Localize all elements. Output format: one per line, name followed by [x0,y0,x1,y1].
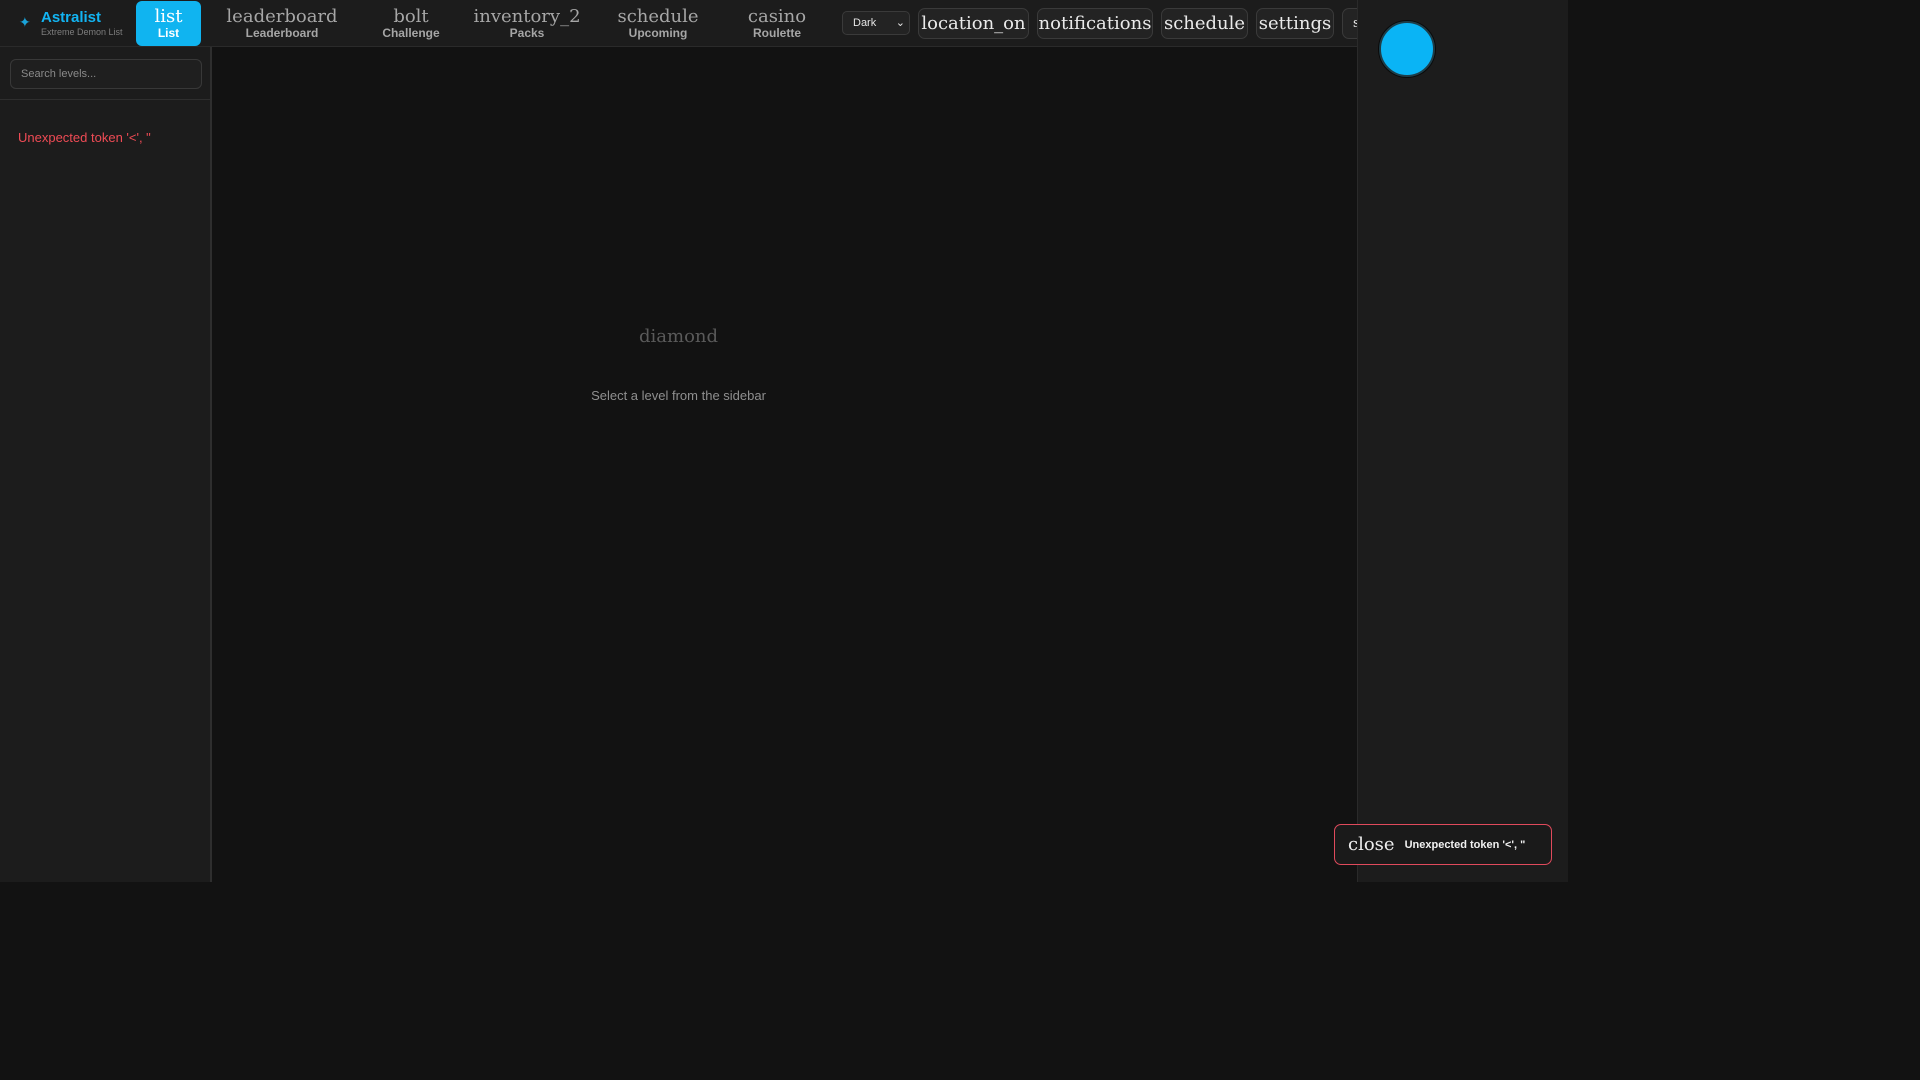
location-icon: location_on [921,13,1026,34]
settings-icon: settings [1258,13,1332,34]
notifications-button[interactable]: notifications [1037,8,1153,39]
main-content: diamond Select a level from the sidebar [212,47,1357,882]
theme-select-value: Dark [853,17,877,29]
search-input[interactable] [10,59,202,89]
diamond-icon: diamond [638,326,719,347]
top-navigation-bar: ✦ Astralist Extreme Demon List list List… [0,0,1357,47]
inventory-icon: inventory_2 [473,6,581,27]
chevron-down-icon: ⌄ [895,17,905,29]
tab-label: Packs [509,26,545,40]
brand-name: Astralist [41,9,102,26]
tab-leaderboard[interactable]: leaderboard Leaderboard [222,1,342,46]
casino-icon: casino [747,6,807,27]
tab-label: Challenge [382,26,440,40]
schedule-icon: schedule [617,6,699,27]
tab-roulette[interactable]: casino Roulette [741,1,813,46]
schedule-button[interactable]: schedule [1161,8,1248,39]
right-panel [1357,0,1568,882]
tab-list[interactable]: list List [136,1,201,46]
sidebar: Unexpected token '<', " [0,47,212,882]
tab-label: Roulette [753,26,801,40]
tab-challenge[interactable]: bolt Challenge [372,1,450,46]
location-button[interactable]: location_on [918,8,1029,39]
star-icon: ✦ [19,15,31,31]
tab-packs[interactable]: inventory_2 Packs [470,1,584,46]
empty-state-text: Select a level from the sidebar [591,388,766,403]
tab-upcoming[interactable]: schedule Upcoming [612,1,704,46]
theme-select[interactable]: Dark ⌄ [842,11,910,35]
bolt-icon: bolt [393,6,429,27]
overflow-button[interactable]: s [1342,8,1357,39]
brand-subtitle: Extreme Demon List [41,27,123,37]
error-toast: close Unexpected token '<', " [1334,824,1552,865]
leaderboard-icon: leaderboard [226,6,338,27]
close-icon[interactable]: close [1348,834,1395,855]
tab-label: Leaderboard [245,26,319,40]
notifications-icon: notifications [1038,13,1152,34]
toast-message: Unexpected token '<', " [1404,838,1526,851]
sidebar-error-message: Unexpected token '<', " [18,130,151,145]
tab-label: List [157,26,180,40]
list-icon: list [154,6,183,27]
settings-button[interactable]: settings [1256,8,1334,39]
tab-label: Upcoming [628,26,688,40]
avatar[interactable] [1379,21,1435,77]
schedule-icon: schedule [1163,13,1246,34]
sidebar-divider [0,99,210,100]
